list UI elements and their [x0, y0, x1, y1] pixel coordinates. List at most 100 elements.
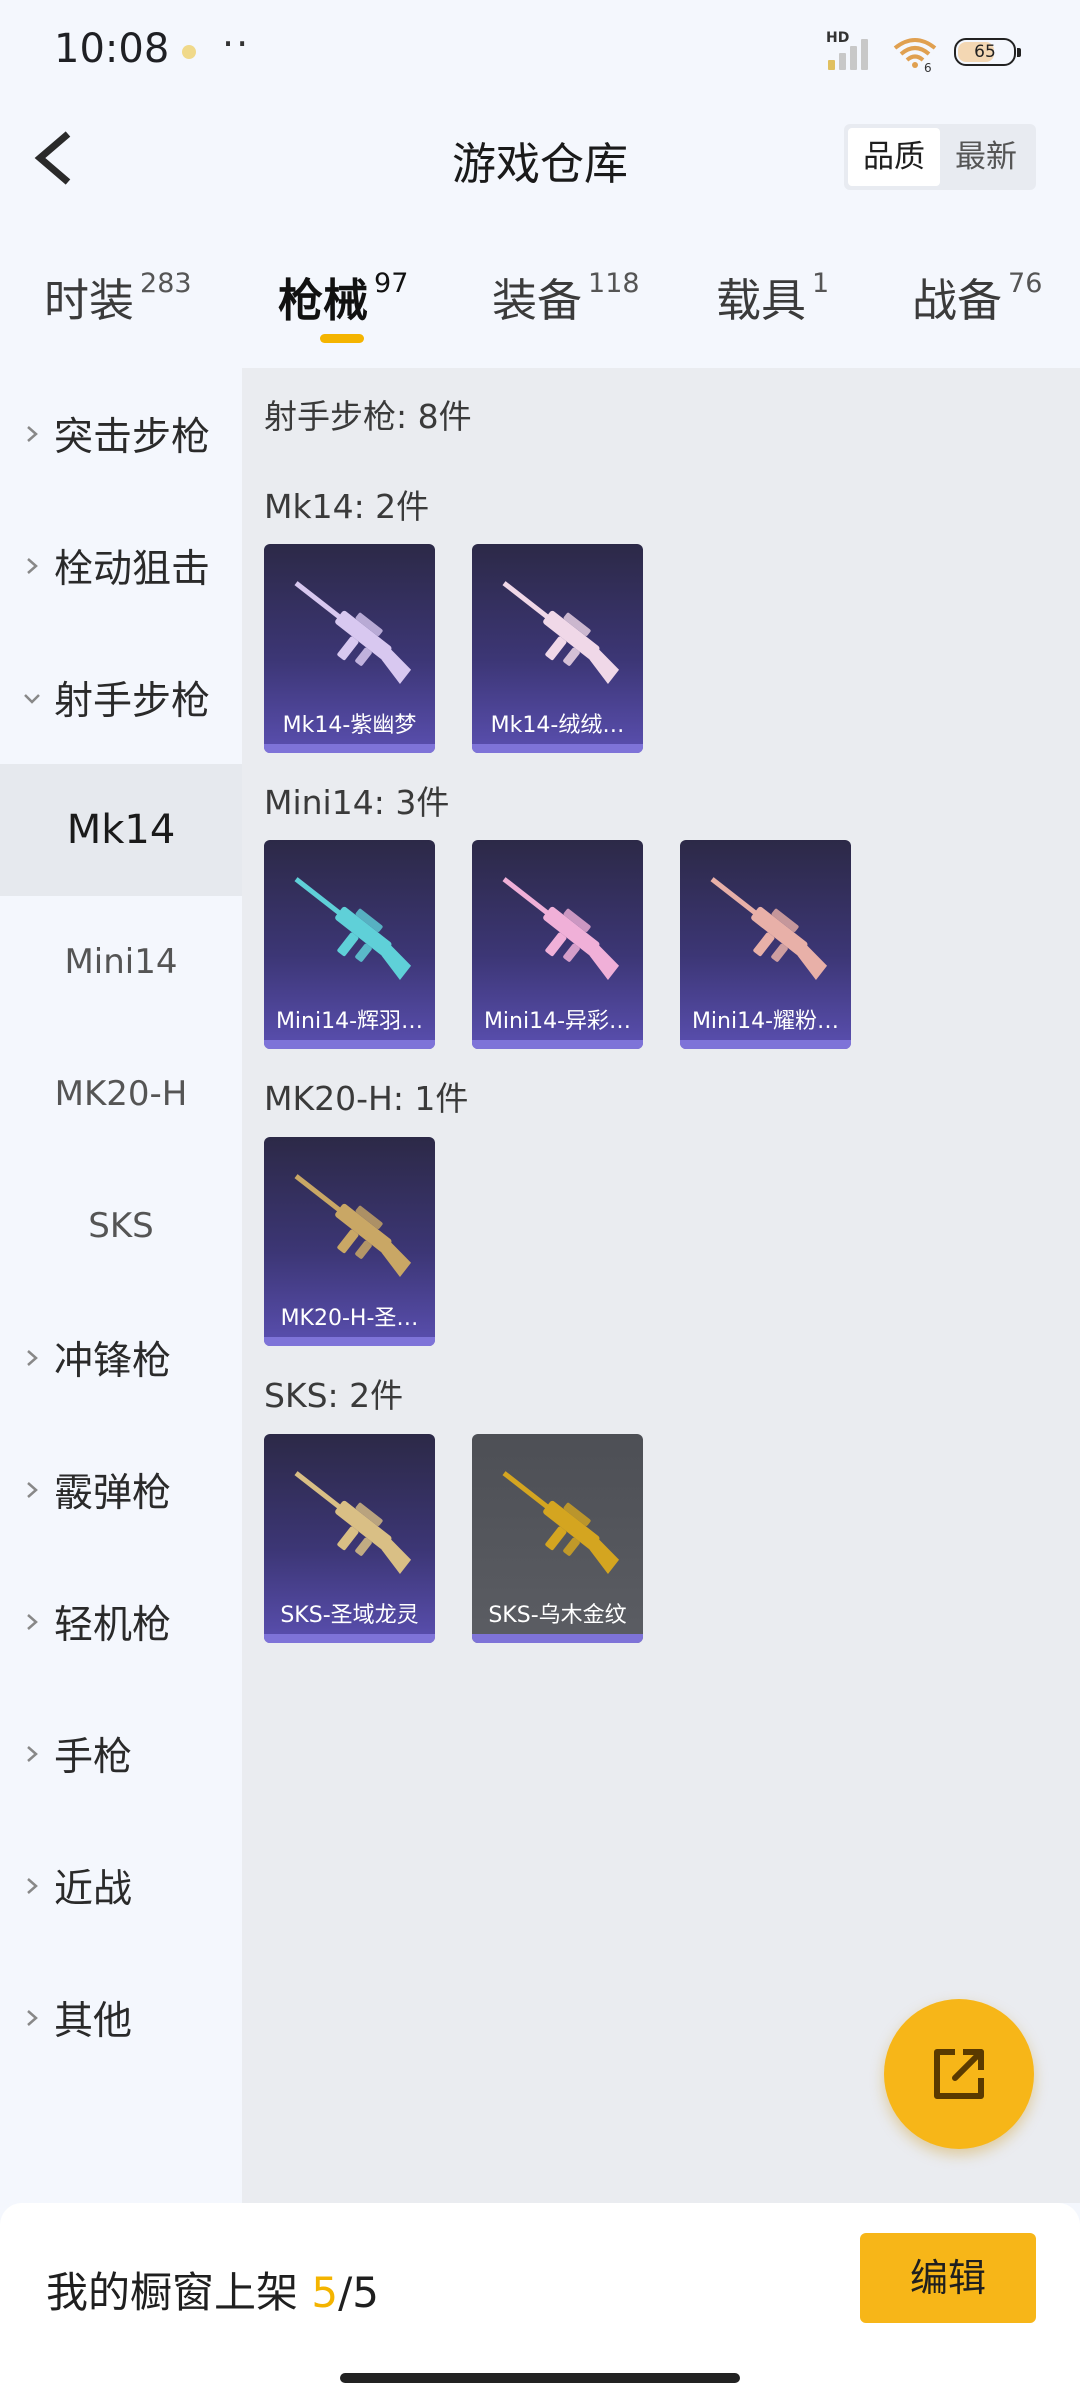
tab-battle-gear[interactable]: 战备 76 — [912, 264, 1042, 329]
group-heading: MK20-H: 1件 — [264, 1079, 469, 1118]
sort-newest-button[interactable]: 最新 — [940, 128, 1032, 186]
active-tab-indicator — [320, 334, 364, 343]
sidebar-item-marksman-rifles[interactable]: 射手步枪 — [0, 632, 242, 764]
sidebar-item-label: SKS — [88, 1206, 154, 1246]
chevron-right-icon — [27, 1614, 38, 1630]
sidebar-item-other[interactable]: 其他 — [0, 1952, 242, 2084]
group-heading: SKS: 2件 — [264, 1376, 404, 1415]
tab-label: 战备 — [912, 274, 1003, 327]
sidebar-item-label: Mk14 — [66, 807, 176, 853]
signal-badge: HD — [826, 30, 850, 46]
rifle-icon — [692, 862, 840, 992]
tab-count: 118 — [588, 268, 640, 299]
sidebar-subitem-sks[interactable]: SKS — [0, 1160, 242, 1292]
item-card[interactable]: SKS-圣域龙灵 — [264, 1434, 435, 1643]
battery-icon: 65 — [954, 38, 1021, 66]
chevron-right-icon — [27, 1350, 38, 1366]
tab-equipment[interactable]: 装备 118 — [492, 264, 640, 329]
tab-count: 97 — [374, 268, 409, 299]
cellular-signal-icon: HD — [826, 30, 876, 70]
tab-label: 载具 — [716, 274, 807, 327]
item-card[interactable]: Mini14-辉羽… — [264, 840, 435, 1049]
item-name: MK20-H-圣… — [280, 1306, 419, 1331]
tab-vehicles[interactable]: 载具 1 — [716, 264, 829, 329]
battery-level: 65 — [974, 42, 996, 62]
notification-dot-icon — [182, 45, 196, 59]
rifle-icon — [276, 862, 424, 992]
rifle-icon — [276, 566, 424, 696]
sidebar-item-label: 霰弹枪 — [54, 1471, 172, 1516]
sidebar: 突击步枪 栓动狙击 射手步枪 Mk14 Mini14 MK20-H SKS 冲锋… — [0, 368, 242, 2203]
sidebar-subitem-mini14[interactable]: Mini14 — [0, 896, 242, 1028]
item-name: Mini14-异彩… — [483, 1009, 632, 1034]
sidebar-item-assault-rifles[interactable]: 突击步枪 — [0, 368, 242, 500]
item-card[interactable]: MK20-H-圣… — [264, 1137, 435, 1346]
bottom-bar: 我的橱窗上架 5/5 编辑 — [0, 2203, 1080, 2400]
status-time: 10:08 — [54, 26, 170, 72]
share-button[interactable] — [884, 1999, 1034, 2149]
more-notifications-icon: ·· — [222, 22, 251, 66]
item-card[interactable]: Mk14-绒绒… — [472, 544, 643, 753]
wifi-badge: 6 — [924, 61, 932, 72]
item-name: SKS-圣域龙灵 — [280, 1603, 419, 1628]
item-list: 射手步枪: 8件 Mk14: 2件 Mk14-紫幽梦 Mk14-绒绒… Mini… — [242, 368, 1080, 2203]
chevron-right-icon — [27, 1482, 38, 1498]
header: 游戏仓库 品质 最新 — [0, 100, 1080, 210]
tab-count: 1 — [812, 268, 830, 299]
tab-outfits[interactable]: 时装 283 — [44, 264, 192, 329]
item-name: SKS-乌木金纹 — [488, 1603, 627, 1628]
sidebar-item-smg[interactable]: 冲锋枪 — [0, 1292, 242, 1424]
sidebar-item-label: 射手步枪 — [54, 679, 211, 724]
tab-label: 时装 — [44, 274, 135, 327]
rifle-icon — [276, 1159, 424, 1289]
rifle-icon — [484, 1456, 632, 1586]
sidebar-item-label: 轻机枪 — [54, 1603, 172, 1648]
tab-firearms[interactable]: 枪械 97 — [278, 264, 408, 329]
rifle-icon — [276, 1456, 424, 1586]
sidebar-subitem-mk20h[interactable]: MK20-H — [0, 1028, 242, 1160]
item-card[interactable]: Mini14-耀粉… — [680, 840, 851, 1049]
chevron-left-icon[interactable] — [28, 128, 80, 188]
showcase-total-count: 5 — [352, 2268, 379, 2317]
showcase-current-count: 5 — [311, 2268, 339, 2317]
rifle-icon — [484, 566, 632, 696]
chevron-down-icon — [24, 694, 40, 704]
item-name: Mk14-紫幽梦 — [282, 713, 417, 738]
sort-quality-button[interactable]: 品质 — [848, 128, 940, 186]
status-bar: 10:08 ·· HD 6 65 — [0, 0, 1080, 100]
home-indicator[interactable] — [340, 2373, 740, 2383]
category-summary: 射手步枪: 8件 — [264, 397, 472, 436]
sidebar-item-shotguns[interactable]: 霰弹枪 — [0, 1424, 242, 1556]
item-card[interactable]: Mk14-紫幽梦 — [264, 544, 435, 753]
sidebar-item-label: 突击步枪 — [54, 415, 211, 460]
sidebar-item-bolt-action[interactable]: 栓动狙击 — [0, 500, 242, 632]
tab-label: 枪械 — [278, 274, 369, 327]
sidebar-item-lmg[interactable]: 轻机枪 — [0, 1556, 242, 1688]
item-name: Mini14-辉羽… — [275, 1009, 424, 1034]
edit-button[interactable]: 编辑 — [860, 2233, 1036, 2323]
item-card[interactable]: Mini14-异彩… — [472, 840, 643, 1049]
item-name: Mini14-耀粉… — [691, 1009, 840, 1034]
sidebar-item-melee[interactable]: 近战 — [0, 1820, 242, 1952]
sidebar-item-label: 近战 — [54, 1867, 133, 1912]
chevron-right-icon — [27, 2010, 38, 2026]
group-heading: Mini14: 3件 — [264, 783, 450, 822]
sidebar-item-label: 栓动狙击 — [54, 547, 211, 592]
item-card[interactable]: SKS-乌木金纹 — [472, 1434, 643, 1643]
external-link-icon — [934, 2049, 984, 2099]
sidebar-item-label: 其他 — [54, 1999, 133, 2044]
wifi-icon: 6 — [890, 32, 940, 75]
showcase-label: 我的橱窗上架 — [46, 2268, 312, 2317]
sidebar-subitem-mk14[interactable]: Mk14 — [0, 764, 242, 896]
sort-toggle: 品质 最新 — [844, 124, 1036, 190]
tab-count: 76 — [1008, 268, 1043, 299]
rifle-icon — [484, 862, 632, 992]
item-name: Mk14-绒绒… — [490, 713, 625, 738]
showcase-separator: / — [338, 2268, 353, 2317]
sidebar-item-pistols[interactable]: 手枪 — [0, 1688, 242, 1820]
chevron-right-icon — [27, 1878, 38, 1894]
chevron-right-icon — [27, 426, 38, 442]
sidebar-item-label: MK20-H — [54, 1074, 188, 1114]
chevron-right-icon — [27, 1746, 38, 1762]
sidebar-item-label: 冲锋枪 — [54, 1339, 172, 1384]
